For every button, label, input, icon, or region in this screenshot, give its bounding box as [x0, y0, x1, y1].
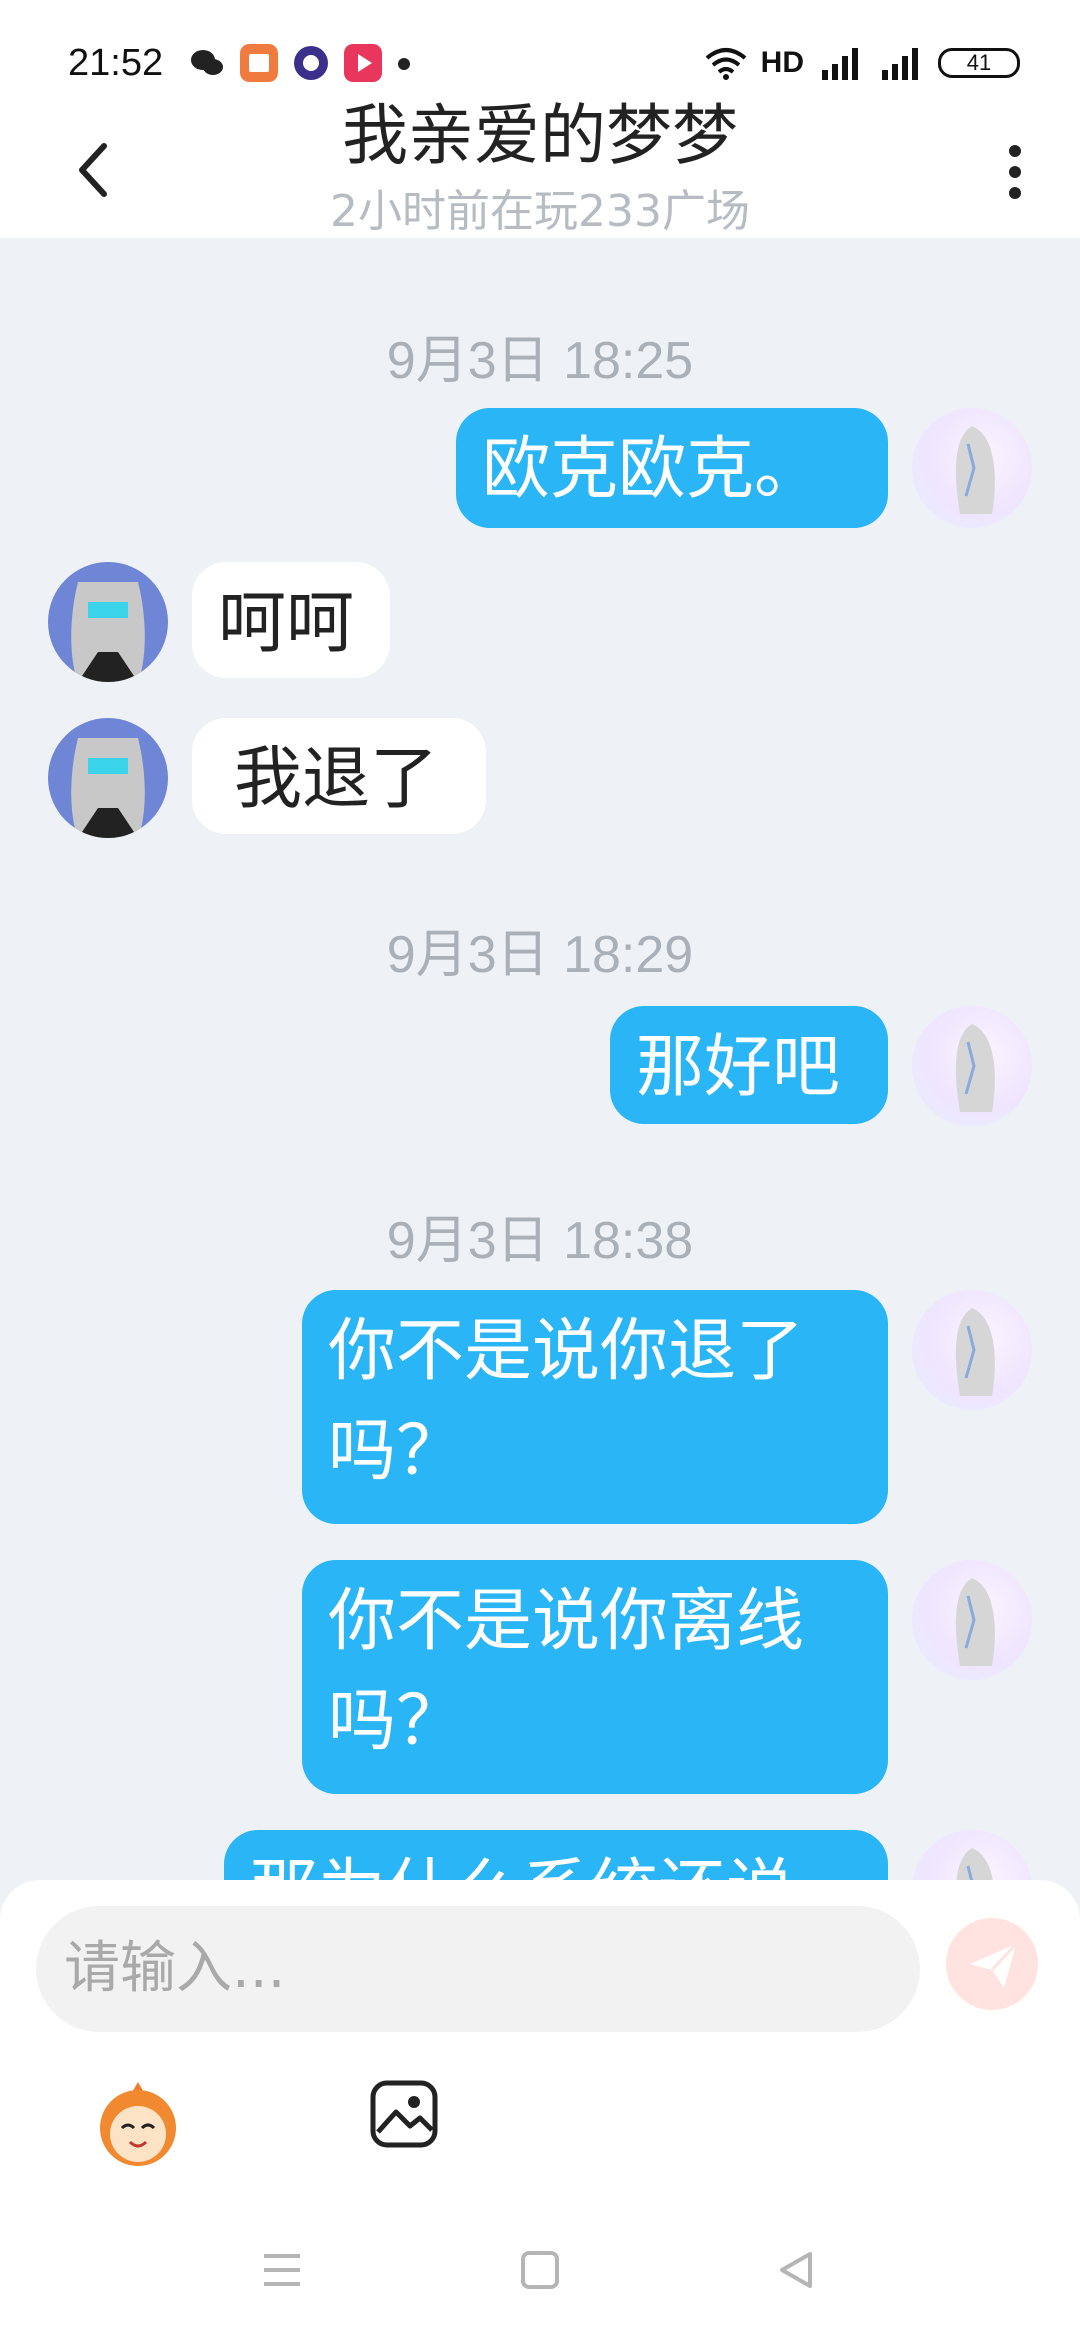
- contact-avatar[interactable]: [48, 718, 168, 838]
- image-icon[interactable]: [370, 2080, 438, 2148]
- more-vertical-icon[interactable]: [1000, 140, 1030, 200]
- avatar-image: [71, 738, 145, 838]
- status-time: 21:52: [68, 42, 164, 84]
- avatar-image: [71, 582, 145, 682]
- more-notifications-dot: [398, 58, 410, 70]
- status-indicators: HD 41: [705, 46, 1020, 80]
- my-avatar[interactable]: [912, 1560, 1032, 1680]
- avatar-image: [955, 1308, 995, 1396]
- message-timestamp: 9月3日 18:29: [386, 926, 694, 984]
- avatar-image: [955, 1024, 995, 1112]
- system-nav-bar: [0, 2200, 1080, 2340]
- avatar-image: [955, 1578, 995, 1666]
- outgoing-message[interactable]: 你不是说你退了吗？: [302, 1290, 888, 1524]
- wechat-icon: [191, 50, 223, 75]
- my-avatar[interactable]: [912, 1830, 1032, 1880]
- page-subtitle: 2小时前在玩233广场: [330, 186, 750, 237]
- message-input-placeholder: 请输入...: [64, 1936, 286, 2001]
- page-title: 我亲爱的梦梦: [342, 97, 738, 174]
- my-avatar[interactable]: [912, 1006, 1032, 1126]
- back-triangle-icon[interactable]: [776, 2250, 816, 2290]
- outgoing-message[interactable]: 那好吧: [610, 1006, 888, 1124]
- video-app-icon: [344, 44, 382, 82]
- outgoing-message[interactable]: 欧克欧克。: [456, 408, 888, 528]
- signal-4g-icon-2: [882, 48, 918, 80]
- menu-icon[interactable]: [262, 2252, 302, 2288]
- contact-avatar[interactable]: [48, 562, 168, 682]
- message-input[interactable]: 请输入...: [36, 1906, 920, 2032]
- avatar-image: [956, 1848, 993, 1880]
- my-avatar[interactable]: [912, 408, 1032, 528]
- my-avatar[interactable]: [912, 1290, 1032, 1410]
- message-list[interactable]: 9月3日 18:25 欧克欧克。 呵呵 我退了 9月3日 18:29 那好吧 9…: [0, 240, 1080, 1880]
- outgoing-message[interactable]: 那为什么系统还说: [224, 1830, 888, 1880]
- send-icon[interactable]: [946, 1918, 1038, 2010]
- home-square-icon[interactable]: [520, 2250, 560, 2290]
- battery-level: 41: [966, 50, 992, 75]
- message-timestamp: 9月3日 18:25: [386, 332, 694, 390]
- message-timestamp: 9月3日 18:38: [386, 1212, 694, 1270]
- battery-icon: 41: [938, 48, 1020, 78]
- avatar-image: [955, 426, 995, 514]
- emoji-face-icon[interactable]: [92, 2076, 184, 2168]
- book-app-icon: [240, 44, 278, 82]
- signal-4g-icon: [822, 48, 858, 80]
- incoming-message[interactable]: 我退了: [192, 718, 486, 834]
- browser-app-icon: [294, 46, 328, 80]
- outgoing-message[interactable]: 你不是说你离线吗？: [302, 1560, 888, 1794]
- wifi-icon: [705, 48, 746, 80]
- network-hd-label: HD: [760, 46, 804, 79]
- incoming-message[interactable]: 呵呵: [192, 562, 390, 678]
